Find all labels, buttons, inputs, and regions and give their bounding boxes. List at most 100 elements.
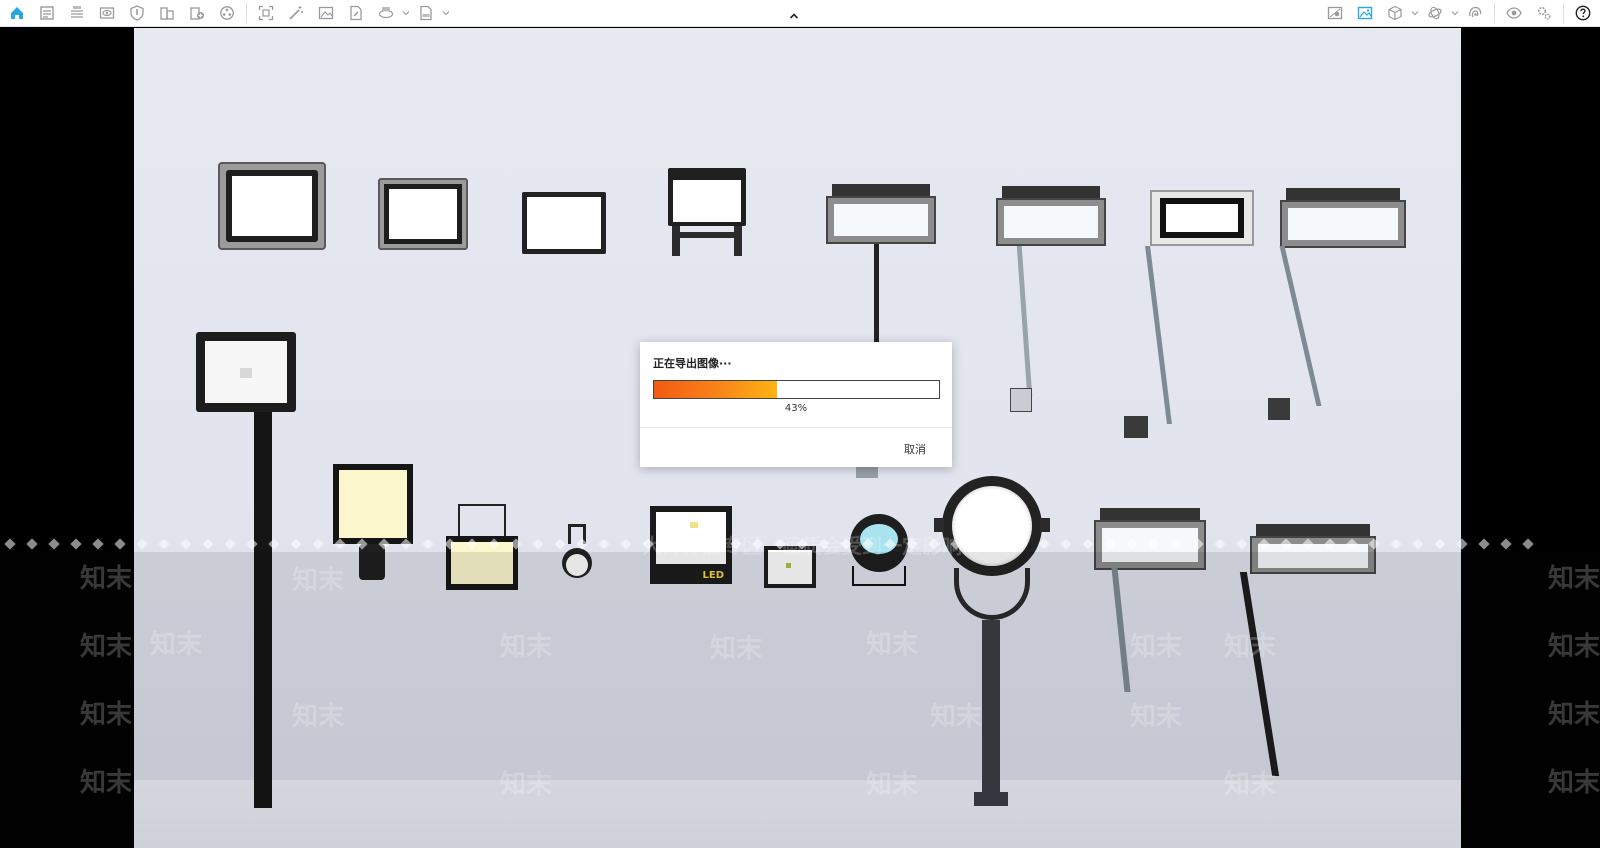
panorama-360-button[interactable] [375, 2, 397, 24]
pole [982, 620, 1000, 804]
watermark-text: 知末 [1548, 564, 1600, 594]
progress-fill [654, 381, 777, 398]
pole-base [856, 466, 878, 478]
magic-wand-icon [289, 6, 303, 20]
watermark-text: 知末 [1548, 632, 1600, 662]
chevron-down-icon [442, 11, 450, 16]
home-button[interactable] [6, 2, 28, 24]
toolbar-separator [1494, 3, 1495, 23]
fingerprint-icon [1469, 6, 1482, 18]
chevron-down-icon [1451, 11, 1459, 16]
map-icon [1327, 6, 1343, 20]
add-building-button[interactable] [186, 2, 208, 24]
led-floodlight: LED [650, 506, 732, 584]
dialog-title: 正在导出图像··· [653, 357, 732, 370]
toolbar-collapse-toggle[interactable] [786, 10, 802, 22]
floodlight-7 [1150, 190, 1254, 246]
fingerprint-button[interactable] [1464, 2, 1486, 24]
visibility-button[interactable] [1503, 2, 1525, 24]
pole [1016, 246, 1033, 396]
pole [1111, 568, 1131, 692]
help-icon [1575, 5, 1591, 21]
reel-icon [220, 6, 234, 20]
settings-icon [1537, 6, 1551, 20]
watermark-text: 知末 [80, 632, 133, 662]
layers-icon [1428, 6, 1442, 20]
toolbar-left-group [2, 0, 451, 26]
cube-button[interactable] [1384, 2, 1406, 24]
floodlight-13 [1094, 508, 1206, 570]
floodlight-10 [333, 464, 413, 582]
file-edit-button[interactable] [345, 2, 367, 24]
floodlight-3 [522, 192, 606, 254]
floodlight-6 [996, 186, 1106, 246]
pole [1145, 246, 1172, 424]
export-progress-dialog: 正在导出图像··· 43% 取消 [640, 342, 952, 467]
layers-button[interactable] [1424, 2, 1446, 24]
chevron-down-icon [1411, 11, 1419, 16]
reel-button[interactable] [216, 2, 238, 24]
chevron-down-icon [402, 11, 410, 16]
building-button[interactable] [156, 2, 178, 24]
image-button[interactable] [315, 2, 337, 24]
add-building-icon [190, 7, 204, 20]
led-label: LED [702, 570, 724, 581]
bim-list-icon [71, 6, 83, 18]
top-toolbar [0, 0, 1600, 27]
spotlight-yoke [954, 568, 1030, 620]
image-icon [318, 6, 334, 20]
export-progress-bar [653, 380, 940, 399]
toolbar-separator [1563, 3, 1564, 23]
document-icon [40, 6, 54, 20]
spotlight-2 [850, 514, 908, 588]
floodlight-14 [1250, 524, 1376, 574]
map-button[interactable] [1324, 2, 1346, 24]
progress-percentage: 43% [784, 403, 808, 414]
toolbar-separator [246, 3, 247, 23]
cube-icon [1388, 5, 1402, 21]
pole-base [1268, 398, 1290, 420]
layers-dropdown-toggle[interactable] [1451, 2, 1459, 24]
document-button[interactable] [36, 2, 58, 24]
shield-button[interactable] [126, 2, 148, 24]
exe-dropdown-toggle[interactable] [442, 2, 450, 24]
floodlight-1 [218, 162, 326, 250]
watermark-text: 知末 [80, 564, 133, 594]
building-icon [160, 7, 174, 20]
exe-file-button[interactable] [415, 2, 437, 24]
floodlight-11 [446, 504, 518, 590]
floor [134, 780, 1461, 848]
floodlight-5 [826, 184, 936, 244]
watermark-text: 知末 [1548, 768, 1600, 798]
pole-base [974, 792, 1008, 806]
floodlight-2 [378, 178, 468, 250]
watermark-text: 知末 [80, 768, 133, 798]
cube-dropdown-toggle[interactable] [1411, 2, 1419, 24]
help-button[interactable] [1572, 2, 1594, 24]
pole [1239, 572, 1280, 776]
panorama-dropdown-toggle[interactable] [402, 2, 410, 24]
toolbar-right-group [1320, 0, 1598, 26]
scan-frame-button[interactable] [255, 2, 277, 24]
scan-frame-icon [258, 5, 274, 21]
eye-panel-button[interactable] [96, 2, 118, 24]
eye-icon [1506, 7, 1522, 19]
floodlight-12 [764, 546, 816, 588]
exe-file-icon [420, 5, 432, 21]
pole-base [1124, 416, 1148, 438]
panorama-360-icon [378, 7, 394, 19]
settings-button[interactable] [1533, 2, 1555, 24]
file-edit-icon [350, 5, 362, 21]
magic-wand-button[interactable] [285, 2, 307, 24]
home-icon [11, 7, 23, 19]
pole-base [1010, 388, 1032, 412]
shield-icon [130, 5, 144, 21]
spotlight-1 [560, 524, 594, 584]
floodlight-9 [196, 332, 296, 412]
bim-list-button[interactable] [66, 2, 88, 24]
watermark-text: 知末 [1548, 700, 1600, 730]
render-image-button[interactable] [1354, 2, 1376, 24]
cancel-button[interactable]: 取消 [904, 441, 926, 457]
floodlight-8 [1280, 188, 1406, 248]
render-image-icon [1357, 6, 1373, 20]
